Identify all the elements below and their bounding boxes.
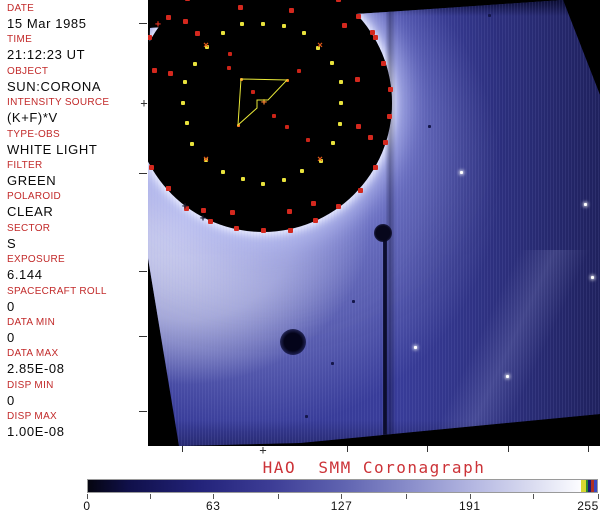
left-edge-tick xyxy=(139,173,147,174)
colorbar-tick-label: 255 xyxy=(577,499,599,512)
colorbar-tick xyxy=(277,494,279,499)
colorbar-stripe xyxy=(594,480,597,492)
colorbar-tick xyxy=(405,494,407,499)
metadata-field: DISP MIN 0 xyxy=(0,380,148,411)
field-label: DATA MIN xyxy=(7,316,56,328)
field-label: FILTER xyxy=(7,159,43,171)
field-value: 1.00E-08 xyxy=(7,424,65,440)
field-value: 6.144 xyxy=(7,267,43,283)
field-label: OBJECT xyxy=(7,65,49,77)
image-title: HAO SMM Coronagraph xyxy=(262,458,486,477)
bottom-edge-tick xyxy=(427,446,428,452)
field-value: GREEN xyxy=(7,172,57,188)
metadata-field: TIME 21:12:23 UT xyxy=(0,34,148,65)
field-value: 0 xyxy=(7,298,15,314)
colorbar-tick-label: 191 xyxy=(458,499,481,512)
metadata-field: TYPE-OBS WHITE LIGHT xyxy=(0,129,148,160)
field-value: SUN:CORONA xyxy=(7,78,102,94)
field-label: TYPE-OBS xyxy=(7,128,60,140)
coronagraph-image-panel: × × × × + + + + xyxy=(148,0,600,446)
field-label: EXPOSURE xyxy=(7,254,65,266)
fiducial-cross: + xyxy=(140,96,148,110)
bottom-edge-tick xyxy=(347,446,348,452)
bottom-edge-tick xyxy=(588,446,589,452)
field-value: 0 xyxy=(7,329,15,345)
field-value: 2.85E-08 xyxy=(7,361,65,377)
colorbar-tick xyxy=(150,494,152,499)
field-label: INTENSITY SOURCE xyxy=(7,97,110,109)
colorbar-tick-label: 63 xyxy=(206,499,221,512)
field-label: DATA MAX xyxy=(7,348,59,360)
field-label: DISP MIN xyxy=(7,379,54,391)
bottom-edge-tick xyxy=(182,446,183,452)
field-value: CLEAR xyxy=(7,204,54,220)
sector-outline xyxy=(237,78,289,127)
field-label: DISP MAX xyxy=(7,411,58,423)
metadata-field: FILTER GREEN xyxy=(0,160,148,191)
fiducial-cross: + xyxy=(259,443,267,457)
field-label: SECTOR xyxy=(7,222,51,234)
left-edge-tick xyxy=(139,336,147,337)
left-edge-tick xyxy=(139,411,147,412)
field-value: S xyxy=(7,235,17,251)
metadata-field: SPACECRAFT ROLL 0 xyxy=(0,286,148,317)
metadata-field: DATA MIN 0 xyxy=(0,317,148,348)
metadata-field: INTENSITY SOURCE (K+F)*V xyxy=(0,97,148,128)
field-value: WHITE LIGHT xyxy=(7,141,98,157)
field-value: (K+F)*V xyxy=(7,110,58,126)
metadata-field: DISP MAX 1.00E-08 xyxy=(0,411,148,442)
colorbar-tick xyxy=(533,494,535,499)
metadata-field: SECTOR S xyxy=(0,223,148,254)
smm-coronagraph-viewer: DATE 15 Mar 1985 TIME 21:12:23 UT OBJECT SUN:… xyxy=(0,0,600,512)
field-value: 21:12:23 UT xyxy=(7,47,86,63)
metadata-field: DATA MAX 2.85E-08 xyxy=(0,348,148,379)
colorbar-tick-label: 127 xyxy=(330,499,353,512)
colorbar-end-stripes xyxy=(581,480,597,492)
left-edge-tick xyxy=(139,23,147,24)
colorbar xyxy=(87,479,598,493)
field-label: DATE xyxy=(7,3,35,14)
metadata-field: EXPOSURE 6.144 xyxy=(0,254,148,285)
metadata-field: OBJECT SUN:CORONA xyxy=(0,66,148,97)
field-value: 0 xyxy=(7,392,15,408)
bottom-edge-tick xyxy=(508,446,509,452)
metadata-field: POLAROID CLEAR xyxy=(0,191,148,222)
field-label: POLAROID xyxy=(7,191,62,203)
metadata-sidebar: DATE 15 Mar 1985 TIME 21:12:23 UT OBJECT SUN:… xyxy=(0,0,148,449)
colorbar-tick-label: 0 xyxy=(83,499,91,512)
left-edge-tick xyxy=(139,271,147,272)
field-label: SPACECRAFT ROLL xyxy=(7,285,107,297)
field-label: TIME xyxy=(7,34,33,46)
field-value: 15 Mar 1985 xyxy=(7,16,87,31)
metadata-field: DATE 15 Mar 1985 xyxy=(0,3,148,34)
